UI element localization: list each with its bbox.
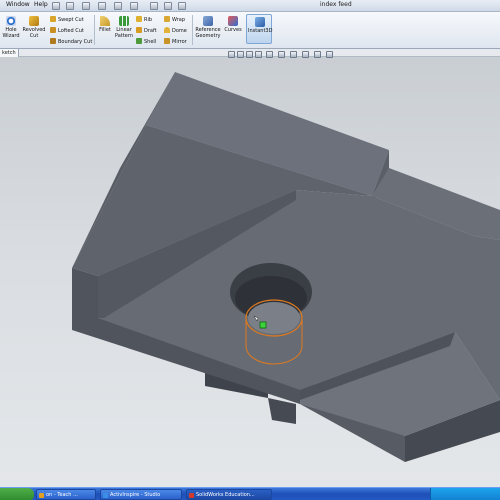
system-tray (430, 488, 500, 500)
taskbar-task[interactable]: on - Teach ... (36, 489, 96, 500)
part-model[interactable] (0, 0, 500, 500)
os-taskbar: on - Teach ... ActivInspire - Studio Sol… (0, 487, 500, 500)
solidworks-icon (189, 493, 194, 498)
model-foot-face (268, 398, 296, 424)
selection-handle[interactable] (259, 321, 267, 329)
activinspire-icon (103, 493, 108, 498)
taskbar-task[interactable]: SolidWorks Education... (186, 489, 272, 500)
start-button[interactable] (0, 488, 34, 500)
presentation-app-icon (39, 493, 44, 498)
taskbar-task[interactable]: ActivInspire - Studio (100, 489, 182, 500)
